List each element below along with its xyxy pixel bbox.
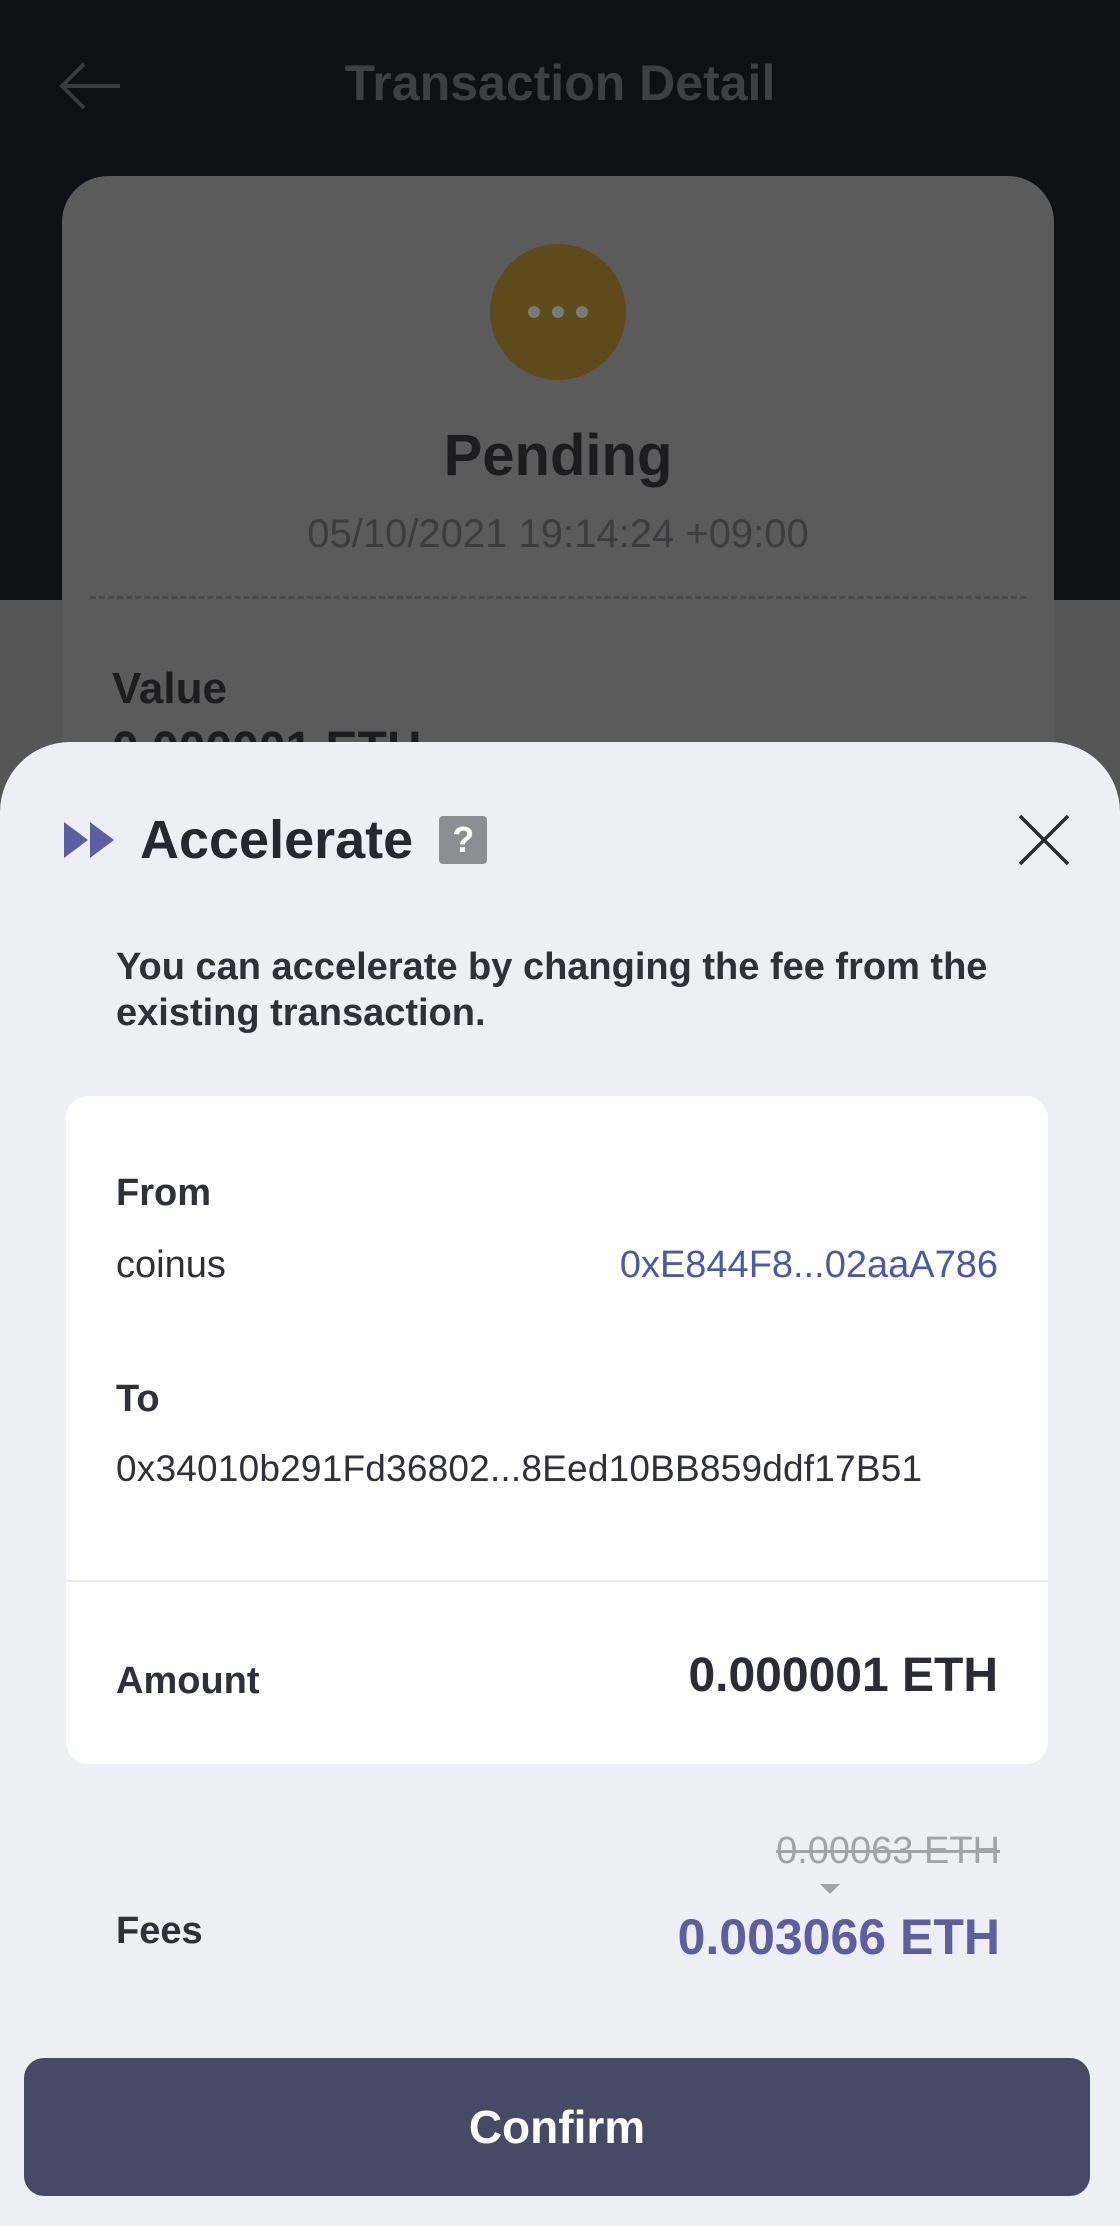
to-address: 0x34010b291Fd36802...8Eed10BB859ddf17B51	[116, 1448, 923, 1489]
help-icon[interactable]: ?	[439, 816, 488, 864]
transaction-date: 05/10/2021 19:14:24 +09:00	[307, 512, 809, 556]
caret-down-icon	[820, 1884, 840, 1894]
fast-forward-icon	[64, 822, 114, 858]
confirm-button[interactable]: Confirm	[24, 2058, 1090, 2196]
fees-label: Fees	[116, 1910, 203, 1952]
from-label: From	[116, 1172, 211, 1214]
page-title: Transaction Detail	[344, 55, 776, 111]
from-wallet-name: coinus	[116, 1244, 226, 1286]
amount-value: 0.000001 ETH	[688, 1649, 998, 1702]
old-fee: 0.00063 ETH	[776, 1830, 1000, 1872]
description-text: You can accelerate by changing the fee f…	[116, 946, 988, 1034]
transaction-info-card: From coinus 0xE844F8...02aaA786 To 0x340…	[66, 1096, 1048, 1764]
value-label: Value	[112, 664, 227, 713]
to-label: To	[116, 1378, 160, 1420]
dashed-divider	[90, 596, 1026, 599]
pending-status-icon	[490, 244, 626, 380]
new-fee: 0.003066 ETH	[677, 1909, 1000, 1965]
sheet-title: Accelerate	[140, 810, 414, 870]
sheet-header: Accelerate ?	[64, 810, 488, 870]
accelerate-sheet: Accelerate ? You can accelerate by chang…	[0, 742, 1120, 2226]
close-icon[interactable]	[1016, 812, 1072, 868]
amount-label: Amount	[116, 1660, 260, 1702]
from-address-link[interactable]: 0xE844F8...02aaA786	[620, 1244, 998, 1287]
card-divider	[66, 1580, 1048, 1582]
status-text: Pending	[443, 423, 673, 488]
